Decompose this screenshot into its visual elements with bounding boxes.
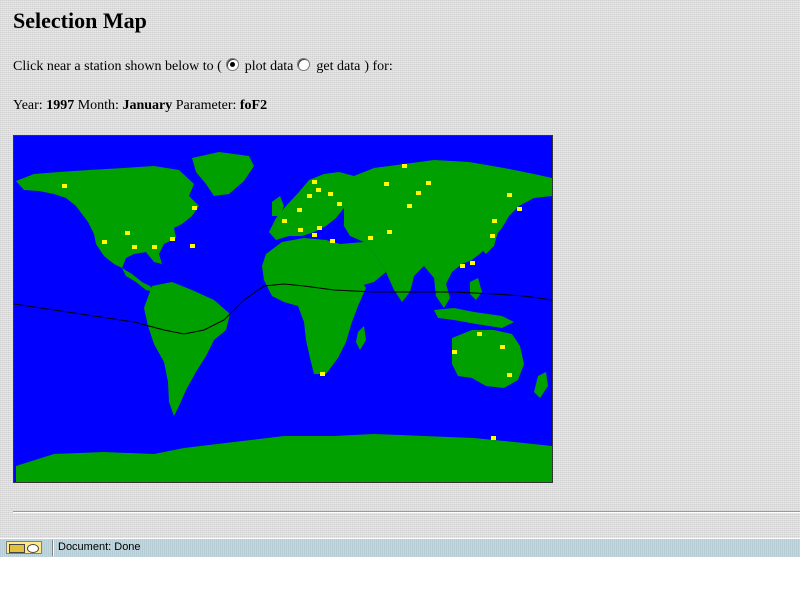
browser-status-bar: Document: Done (0, 538, 800, 557)
station-marker[interactable] (282, 219, 287, 223)
southeast-asia (434, 278, 450, 308)
australia (452, 330, 524, 388)
instruction-line: Click near a station shown below to ( pl… (13, 57, 393, 75)
greenland (192, 152, 254, 196)
station-marker[interactable] (452, 350, 457, 354)
station-marker[interactable] (320, 372, 325, 376)
station-marker[interactable] (500, 345, 505, 349)
station-marker[interactable] (132, 245, 137, 249)
station-marker[interactable] (317, 226, 322, 230)
instruction-suffix: ) for: (364, 59, 393, 74)
station-marker[interactable] (407, 204, 412, 208)
station-marker[interactable] (312, 180, 317, 184)
station-marker[interactable] (490, 234, 495, 238)
year-value: 1997 (46, 98, 75, 113)
station-marker[interactable] (297, 208, 302, 212)
page-title: Selection Map (13, 8, 147, 33)
station-marker[interactable] (170, 237, 175, 241)
station-marker[interactable] (492, 219, 497, 223)
station-marker[interactable] (125, 231, 130, 235)
station-marker[interactable] (330, 239, 335, 243)
world-map-graphic (13, 152, 553, 482)
continents (16, 152, 552, 482)
station-marker[interactable] (307, 194, 312, 198)
page-body: Selection Map Click near a station shown… (0, 0, 800, 538)
station-marker[interactable] (384, 182, 389, 186)
station-marker[interactable] (298, 228, 303, 232)
station-marker[interactable] (312, 233, 317, 237)
status-divider (52, 540, 54, 556)
station-marker[interactable] (316, 188, 321, 192)
station-marker[interactable] (426, 181, 431, 185)
selection-line: Year: 1997 Month: January Parameter: foF… (13, 98, 267, 114)
station-marker[interactable] (102, 240, 107, 244)
status-text: Document: Done (58, 541, 141, 553)
get-data-radio[interactable] (297, 57, 311, 71)
philippines (470, 278, 482, 300)
station-marker[interactable] (470, 261, 475, 265)
station-marker[interactable] (460, 264, 465, 268)
madagascar (356, 326, 366, 350)
station-marker[interactable] (507, 373, 512, 377)
instruction-prefix: Click near a station shown below to ( (13, 59, 222, 74)
station-marker[interactable] (402, 164, 407, 168)
south-america (144, 282, 230, 416)
station-marker[interactable] (491, 436, 496, 440)
station-marker[interactable] (387, 230, 392, 234)
new-zealand (534, 372, 548, 398)
station-marker[interactable] (192, 206, 197, 210)
indonesia (434, 308, 514, 328)
central-america (122, 268, 154, 292)
antarctica (16, 434, 552, 482)
station-marker[interactable] (152, 245, 157, 249)
plot-data-label: plot data (244, 59, 294, 74)
station-marker[interactable] (507, 193, 512, 197)
station-marker[interactable] (416, 191, 421, 195)
plot-data-radio[interactable] (225, 57, 239, 71)
parameter-label: Parameter: (175, 98, 237, 113)
station-marker[interactable] (337, 202, 342, 206)
station-marker[interactable] (190, 244, 195, 248)
world-map[interactable] (13, 135, 553, 483)
year-label: Year: (13, 98, 43, 113)
month-value: January (122, 98, 173, 113)
station-marker[interactable] (62, 184, 67, 188)
horizontal-rule (13, 511, 800, 513)
security-lock-icon[interactable] (6, 541, 42, 554)
station-marker[interactable] (477, 332, 482, 336)
north-america (16, 166, 199, 268)
get-data-label: get data (316, 59, 361, 74)
station-marker[interactable] (328, 192, 333, 196)
parameter-value: foF2 (239, 98, 268, 113)
month-label: Month: (77, 98, 119, 113)
station-marker[interactable] (368, 236, 373, 240)
station-marker[interactable] (517, 207, 522, 211)
